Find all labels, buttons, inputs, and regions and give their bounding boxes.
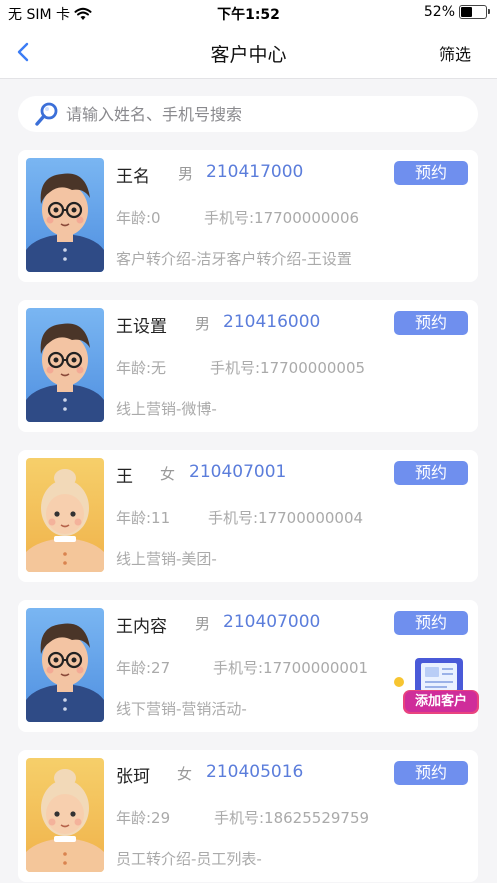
customer-id: 210407000 <box>223 612 321 632</box>
customer-name: 张珂 <box>116 767 150 787</box>
customer-gender: 男 <box>195 315 211 333</box>
customer-phone: 手机号:17700000004 <box>208 509 364 527</box>
customer-name: 王名 <box>116 167 150 187</box>
customer-id: 210407001 <box>189 462 287 482</box>
customer-avatar <box>26 158 104 272</box>
battery-status: 52% <box>423 4 490 20</box>
customer-phone: 手机号:17700000001 <box>213 659 369 677</box>
navigation-bar: 客户中心 筛选 <box>0 26 497 79</box>
customer-phone: 手机号:17700000006 <box>204 209 360 227</box>
customer-phone: 手机号:18625529759 <box>214 809 370 827</box>
customer-gender: 男 <box>178 165 194 183</box>
customer-id: 210405016 <box>206 762 304 782</box>
customer-phone: 手机号:17700000005 <box>210 359 366 377</box>
customer-avatar <box>26 308 104 422</box>
customer-name: 王内容 <box>116 617 167 637</box>
search-icon <box>35 102 58 126</box>
customer-gender: 男 <box>195 615 211 633</box>
customer-avatar <box>26 458 104 572</box>
add-customer-button[interactable]: 添加客户 <box>391 652 481 724</box>
battery-icon <box>459 5 490 19</box>
customer-source: 客户转介绍-洁牙客户转介绍-王设置 <box>116 250 352 268</box>
customer-age: 年龄:29 <box>116 809 171 827</box>
customer-card[interactable]: 王设置 男 210416000 预约年龄:无 手机号:17700000005 线上营销-微… <box>18 300 478 432</box>
customer-id: 210416000 <box>223 312 321 332</box>
customer-age: 年龄:0 <box>116 209 161 227</box>
customer-name: 王 <box>116 467 133 487</box>
customer-card[interactable]: 王 女 210407001 预约年龄:11 手机号:17700000004 线上营销-美团… <box>18 450 478 582</box>
customer-gender: 女 <box>177 765 193 783</box>
search-bar <box>18 96 478 132</box>
customer-source: 线上营销-微博- <box>116 400 217 418</box>
page-title: 客户中心 <box>210 44 287 66</box>
add-customer-label: 添加客户 <box>414 694 467 709</box>
battery-percent: 52% <box>423 4 455 20</box>
customer-age: 年龄:无 <box>116 359 167 377</box>
appointment-button[interactable]: 预约 <box>394 761 468 785</box>
customer-source: 线下营销-营销活动- <box>116 700 247 718</box>
customer-source: 线上营销-美团- <box>116 550 217 568</box>
appointment-button[interactable]: 预约 <box>394 461 468 485</box>
customer-age: 年龄:27 <box>116 659 171 677</box>
filter-button[interactable]: 筛选 <box>439 41 471 65</box>
appointment-button[interactable]: 预约 <box>394 311 468 335</box>
appointment-button[interactable]: 预约 <box>394 611 468 635</box>
customer-age: 年龄:11 <box>116 509 171 527</box>
customer-card[interactable]: 王名 男 210417000 预约年龄:0 手机号:17700000006 客户转介绍-洁… <box>18 150 478 282</box>
customer-avatar <box>26 608 104 722</box>
status-bar: 无 SIM 卡 下午1:52 52% <box>0 0 497 26</box>
add-customer-icon <box>394 658 479 714</box>
customer-avatar <box>26 758 104 872</box>
customer-gender: 女 <box>160 465 176 483</box>
customer-card[interactable]: 张珂 女 210405016 预约年龄:29 手机号:18625529759 员工转介绍-… <box>18 750 478 882</box>
search-input[interactable] <box>64 98 478 130</box>
customer-name: 王设置 <box>116 317 167 337</box>
appointment-button[interactable]: 预约 <box>394 161 468 185</box>
customer-source: 员工转介绍-员工列表- <box>116 850 262 868</box>
status-time: 下午1:52 <box>217 7 280 23</box>
customer-id: 210417000 <box>206 162 304 182</box>
